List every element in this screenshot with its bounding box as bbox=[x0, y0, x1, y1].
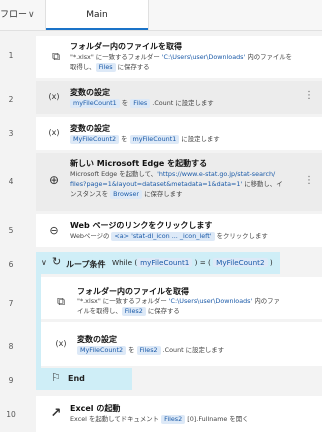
action-title: Web ページのリンクをクリックします bbox=[70, 221, 213, 230]
row-number: 2 bbox=[8, 95, 14, 104]
row-number: 4 bbox=[8, 177, 14, 186]
variable-icon: (x) bbox=[55, 339, 67, 348]
row-number: 5 bbox=[8, 226, 14, 235]
action-get-files[interactable]: ⧉ フォルダー内のファイルを取得 "*.xlsx" に一致するフォルダー 'C:… bbox=[36, 36, 322, 78]
action-title: 変数の設定 bbox=[70, 88, 110, 97]
folder-files-icon: ⧉ bbox=[57, 295, 65, 308]
action-description: MyFileCount2 を myFileCount1 に設定します bbox=[70, 134, 310, 144]
action-description: Webページの <a> 'stat-dl_icon ... _icon_left… bbox=[70, 232, 268, 241]
more-options-icon[interactable]: ⋮ bbox=[304, 90, 314, 101]
end-label: End bbox=[68, 374, 85, 383]
row-number: 10 bbox=[6, 410, 16, 419]
action-description: "*.xlsx" に一致するフォルダー 'C:\Users\user\Downl… bbox=[77, 297, 280, 316]
action-description: "*.xlsx" に一致するフォルダー 'C:\Users\user\Downl… bbox=[70, 53, 293, 72]
loop-condition: While (myFileCount1 ) = ( MyFileCount2 ) bbox=[112, 258, 273, 267]
loop-icon: ↻ bbox=[52, 255, 62, 268]
row-number: 9 bbox=[8, 376, 14, 385]
action-title: 新しい Microsoft Edge を起動する bbox=[70, 159, 208, 168]
launch-arrow-icon: ↗ bbox=[50, 406, 62, 421]
flag-icon: ⚐ bbox=[51, 371, 61, 384]
action-description: Excel を起動してドキュメント Files2 [0].Fullname を開… bbox=[70, 415, 249, 424]
link-click-icon: ⊖ bbox=[49, 224, 59, 237]
action-get-files[interactable]: ⧉ フォルダー内のファイルを取得 "*.xlsx" に一致するフォルダー 'C:… bbox=[41, 277, 322, 319]
action-click-link[interactable]: ⊖ Web ページのリンクをクリックします Webページの <a> 'stat-… bbox=[36, 214, 322, 247]
chevron-down-icon[interactable]: ∨ bbox=[41, 258, 47, 267]
action-description: myFileCount1 を Files .Count に設定します bbox=[70, 98, 310, 108]
action-title: 変数の設定 bbox=[70, 124, 110, 133]
loop-title: ループ条件 bbox=[66, 260, 106, 269]
action-set-variable[interactable]: (x) 変数の設定 MyFileCount2 を Files2 .Count に… bbox=[41, 322, 322, 366]
row-number: 7 bbox=[8, 299, 14, 308]
variable-chip: Files2 bbox=[121, 307, 146, 316]
action-set-variable[interactable]: (x) 変数の設定 MyFileCount2 を myFileCount1 に設… bbox=[36, 117, 322, 150]
row-number: 1 bbox=[8, 51, 14, 60]
action-description: Microsoft Edge を起動して、'https://www.e-stat… bbox=[70, 170, 283, 199]
variable-icon: (x) bbox=[48, 92, 60, 101]
chevron-down-icon[interactable]: ∨ bbox=[28, 0, 35, 30]
action-description: MyFileCount2 を Files2 .Count に設定します bbox=[77, 345, 317, 355]
folder-files-icon: ⧉ bbox=[52, 50, 60, 63]
action-title: Excel の起動 bbox=[70, 404, 121, 413]
tab-main[interactable]: Main bbox=[45, 0, 149, 30]
tab-flow-label: フロー bbox=[0, 10, 28, 20]
tab-flow[interactable]: フロー ∨ bbox=[0, 0, 35, 30]
action-title: フォルダー内のファイルを取得 bbox=[70, 42, 182, 51]
action-launch-edge[interactable]: ⊕ 新しい Microsoft Edge を起動する Microsoft Edg… bbox=[36, 153, 322, 211]
action-launch-excel[interactable]: ↗ Excel の起動 Excel を起動してドキュメント Files2 [0]… bbox=[36, 396, 322, 432]
variable-icon: (x) bbox=[48, 128, 60, 137]
globe-icon: ⊕ bbox=[48, 173, 60, 187]
action-title: 変数の設定 bbox=[77, 335, 117, 344]
row-number: 3 bbox=[8, 129, 14, 138]
more-options-icon[interactable]: ⋮ bbox=[304, 175, 314, 186]
action-set-variable[interactable]: (x) 変数の設定 myFileCount1 を Files .Count に設… bbox=[36, 81, 322, 114]
variable-chip: Files bbox=[95, 63, 116, 72]
row-number: 8 bbox=[8, 342, 14, 351]
row-number: 6 bbox=[8, 260, 14, 269]
tab-bar: フロー ∨ Main bbox=[0, 0, 322, 31]
